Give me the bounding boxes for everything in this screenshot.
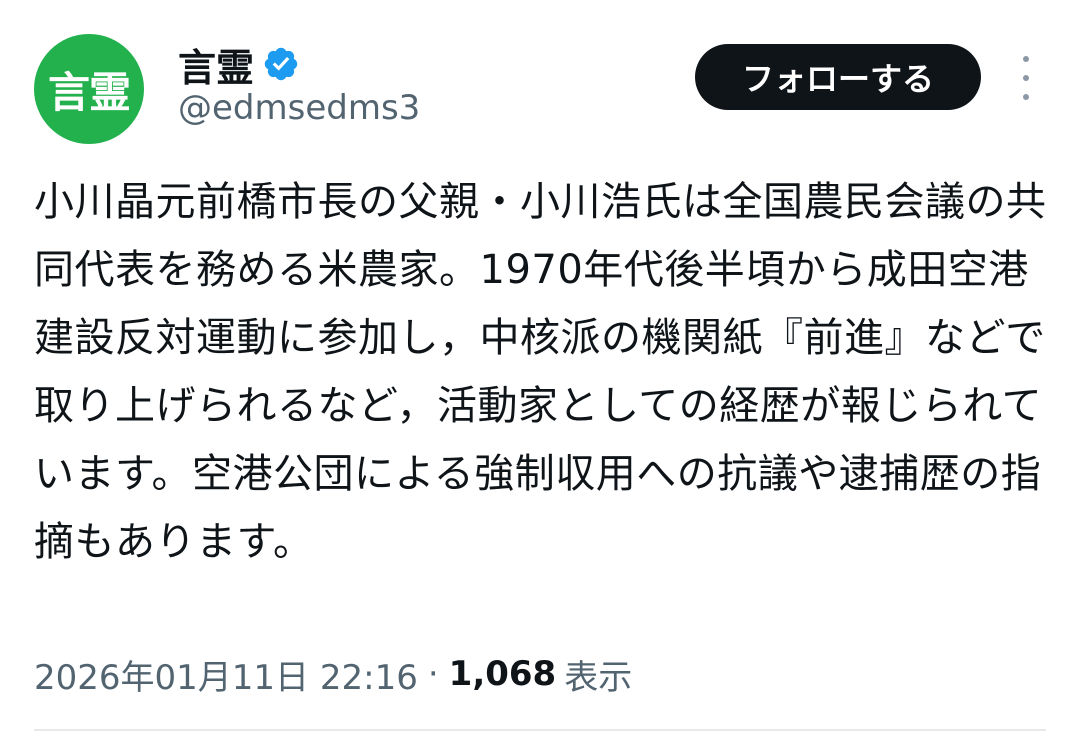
tweet-meta: 2026年01月11日 22:16 · 1,068 表示: [34, 646, 632, 702]
tweet-text: 小川晶元前橋市長の父親・小川浩氏は全国農民会議の共同代表を務める米農家。1970…: [34, 179, 1047, 565]
avatar[interactable]: 言霊: [34, 34, 144, 144]
avatar-text: 言霊: [47, 67, 131, 117]
views-label: 表示: [564, 657, 633, 698]
follow-button[interactable]: フォローする: [695, 44, 981, 110]
tweet-card: 言霊 言霊 @edmsedms3 フォローする 小川晶元前橋市長の父親・小川浩氏…: [0, 0, 1080, 736]
tweet-timestamp[interactable]: 2026年01月11日 22:16: [34, 650, 418, 699]
author-display-name[interactable]: 言霊: [178, 37, 254, 92]
more-vertical-icon[interactable]: [1008, 56, 1044, 100]
views-count: 1,068: [448, 654, 557, 694]
author-name-row: 言霊: [178, 36, 300, 92]
meta-separator: ·: [427, 654, 439, 694]
more-dot: [1023, 94, 1029, 100]
more-dot: [1023, 56, 1029, 62]
more-dot: [1023, 75, 1029, 81]
verified-badge-icon: [264, 47, 298, 81]
divider: [34, 729, 1046, 731]
author-handle[interactable]: @edmsedms3: [178, 88, 420, 128]
